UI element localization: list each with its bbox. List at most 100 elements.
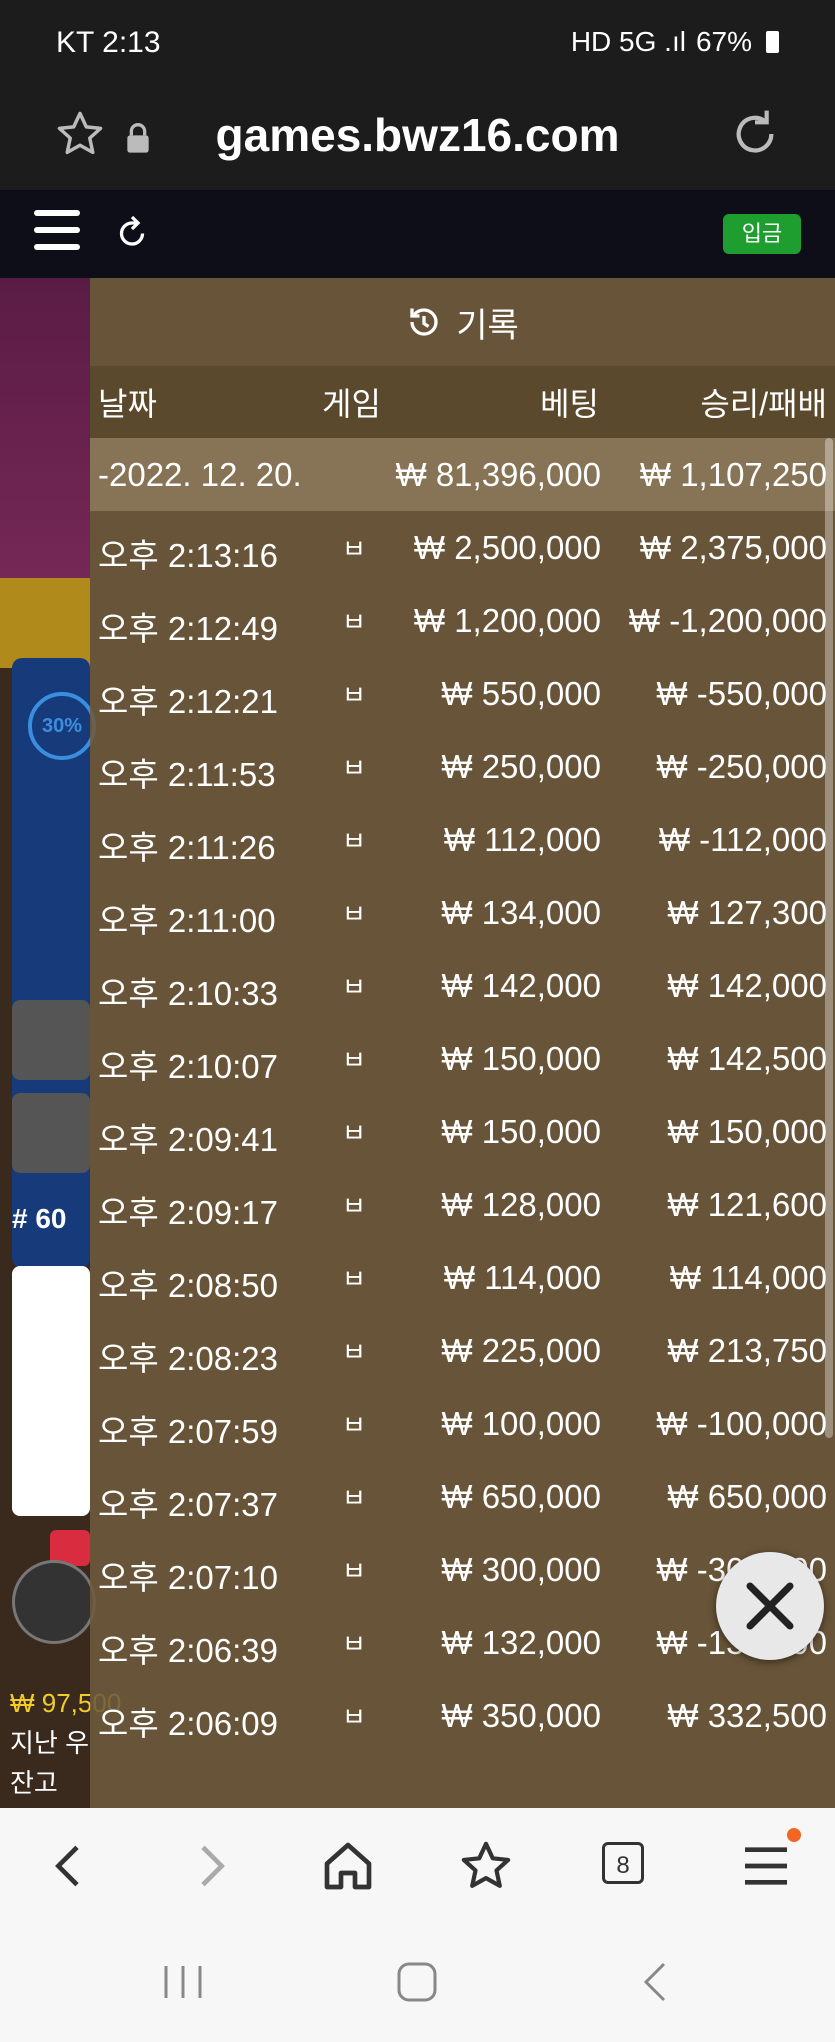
row-bet: ₩ 250,000 — [441, 748, 601, 785]
row-game: ㅂ — [342, 1118, 366, 1148]
row-result: ₩ 142,000 — [667, 967, 827, 1004]
row-result: ₩ -112,000 — [658, 821, 827, 858]
history-row[interactable]: 오후 2:12:21 ㅂ ₩ 550,000 ₩ -550,000 — [90, 657, 835, 730]
row-time: 오후 2:09:41 — [98, 1121, 278, 1158]
menu-icon[interactable] — [34, 210, 80, 256]
menu-lines-icon[interactable] — [738, 1838, 794, 1894]
summary-result: ₩ 1,107,250 — [639, 456, 827, 493]
row-game: ㅂ — [342, 899, 366, 929]
row-time: 오후 2:12:49 — [98, 610, 278, 647]
row-bet: ₩ 300,000 — [441, 1551, 601, 1588]
scrollbar[interactable] — [825, 438, 833, 1438]
history-row[interactable]: 오후 2:13:16 ㅂ ₩ 2,500,000 ₩ 2,375,000 — [90, 511, 835, 584]
recent-apps-icon[interactable] — [160, 1960, 206, 2004]
url-text[interactable]: games.bwz16.com — [0, 108, 835, 162]
row-bet: ₩ 142,000 — [441, 967, 601, 1004]
browser-toolbar: 8 — [0, 1808, 835, 1924]
history-icon — [410, 308, 438, 336]
row-bet: ₩ 132,000 — [441, 1624, 601, 1661]
summary-bet: ₩ 81,396,000 — [395, 456, 601, 493]
round-number: # 60 — [12, 1203, 67, 1234]
row-result: ₩ -1,200,000 — [628, 602, 827, 639]
history-row[interactable]: 오후 2:09:41 ㅂ ₩ 150,000 ₩ 150,000 — [90, 1095, 835, 1168]
site-header: 입금 — [0, 190, 835, 278]
history-row[interactable]: 오후 2:07:59 ㅂ ₩ 100,000 ₩ -100,000 — [90, 1387, 835, 1460]
player-button[interactable] — [12, 1000, 90, 1080]
row-result: ₩ 213,750 — [667, 1332, 827, 1369]
row-time: 오후 2:13:16 — [98, 537, 278, 574]
row-result: ₩ 2,375,000 — [639, 529, 827, 566]
row-result: ₩ 332,500 — [667, 1697, 827, 1734]
row-game: ㅂ — [342, 826, 366, 856]
bookmarks-icon[interactable] — [458, 1838, 514, 1894]
row-time: 오후 2:08:50 — [98, 1267, 278, 1304]
row-result: ₩ 650,000 — [667, 1478, 827, 1515]
history-header: 날짜 게임 베팅 승리/패배 — [90, 366, 835, 438]
row-bet: ₩ 2,500,000 — [413, 529, 601, 566]
tabs-button[interactable]: 8 — [602, 1842, 644, 1884]
history-row[interactable]: 오후 2:06:09 ㅂ ₩ 350,000 ₩ 332,500 — [90, 1679, 835, 1752]
row-bet: ₩ 134,000 — [441, 894, 601, 931]
road-grid — [12, 1266, 90, 1516]
battery-percent: 67% — [695, 26, 752, 57]
row-result: ₩ 127,300 — [667, 894, 827, 931]
reload-icon[interactable] — [727, 106, 783, 162]
row-game: ㅂ — [342, 1264, 366, 1294]
col-bet: 베팅 — [540, 386, 599, 422]
row-bet: ₩ 1,200,000 — [413, 602, 601, 639]
row-time: 오후 2:11:00 — [98, 902, 276, 939]
home-button-icon[interactable] — [396, 1960, 438, 2004]
history-row[interactable]: 오후 2:11:53 ㅂ ₩ 250,000 ₩ -250,000 — [90, 730, 835, 803]
row-time: 오후 2:07:10 — [98, 1559, 278, 1596]
history-row[interactable]: 오후 2:11:00 ㅂ ₩ 134,000 ₩ 127,300 — [90, 876, 835, 949]
signal-indicators: HD 5G .ıl — [570, 26, 686, 57]
history-row[interactable]: 오후 2:07:37 ㅂ ₩ 650,000 ₩ 650,000 — [90, 1460, 835, 1533]
history-row[interactable]: 오후 2:10:07 ㅂ ₩ 150,000 ₩ 142,500 — [90, 1022, 835, 1095]
summary-date: -2022. 12. 20. — [98, 456, 302, 493]
close-button[interactable] — [716, 1552, 824, 1660]
notification-dot — [787, 1828, 801, 1842]
history-title-bar: 기록 — [90, 278, 835, 366]
summary-row[interactable]: -2022. 12. 20. ₩ 81,396,000 ₩ 1,107,250 — [90, 438, 835, 511]
forward-icon[interactable] — [182, 1838, 238, 1894]
row-result: ₩ -550,000 — [656, 675, 827, 712]
row-game: ㅂ — [342, 1629, 366, 1659]
row-bet: ₩ 100,000 — [441, 1405, 601, 1442]
refresh-icon[interactable] — [114, 214, 150, 250]
chip-icon[interactable] — [12, 1560, 96, 1644]
close-icon — [746, 1582, 794, 1630]
home-icon[interactable] — [320, 1838, 376, 1894]
deposit-button[interactable]: 입금 — [723, 214, 801, 254]
row-game: ㅂ — [342, 1337, 366, 1367]
battery-icon — [766, 31, 779, 53]
row-game: ㅂ — [342, 972, 366, 1002]
row-result: ₩ -100,000 — [656, 1405, 827, 1442]
row-game: ㅂ — [342, 680, 366, 710]
row-game: ㅂ — [342, 753, 366, 783]
row-time: 오후 2:11:53 — [98, 756, 276, 793]
col-date: 날짜 — [98, 386, 157, 422]
player-pair-button[interactable] — [12, 1093, 90, 1173]
row-bet: ₩ 150,000 — [441, 1113, 601, 1150]
row-game: ㅂ — [342, 534, 366, 564]
row-bet: ₩ 112,000 — [443, 821, 601, 858]
history-row[interactable]: 오후 2:08:23 ㅂ ₩ 225,000 ₩ 213,750 — [90, 1314, 835, 1387]
row-time: 오후 2:07:59 — [98, 1413, 278, 1450]
status-indicators: HD 5G .ıl 67% — [571, 26, 779, 58]
row-time: 오후 2:12:21 — [98, 683, 278, 720]
row-time: 오후 2:08:23 — [98, 1340, 278, 1377]
history-row[interactable]: 오후 2:12:49 ㅂ ₩ 1,200,000 ₩ -1,200,000 — [90, 584, 835, 657]
row-bet: ₩ 650,000 — [441, 1478, 601, 1515]
back-icon[interactable] — [42, 1838, 98, 1894]
history-row[interactable]: 오후 2:08:50 ㅂ ₩ 114,000 ₩ 114,000 — [90, 1241, 835, 1314]
row-time: 오후 2:09:17 — [98, 1194, 278, 1231]
row-bet: ₩ 550,000 — [441, 675, 601, 712]
row-game: ㅂ — [342, 607, 366, 637]
history-row[interactable]: 오후 2:10:33 ㅂ ₩ 142,000 ₩ 142,000 — [90, 949, 835, 1022]
system-back-icon[interactable] — [640, 1960, 670, 2004]
col-game: 게임 — [322, 386, 381, 422]
system-nav — [0, 1924, 835, 2042]
history-row[interactable]: 오후 2:09:17 ㅂ ₩ 128,000 ₩ 121,600 — [90, 1168, 835, 1241]
history-row[interactable]: 오후 2:11:26 ㅂ ₩ 112,000 ₩ -112,000 — [90, 803, 835, 876]
row-result: ₩ 121,600 — [667, 1186, 827, 1223]
